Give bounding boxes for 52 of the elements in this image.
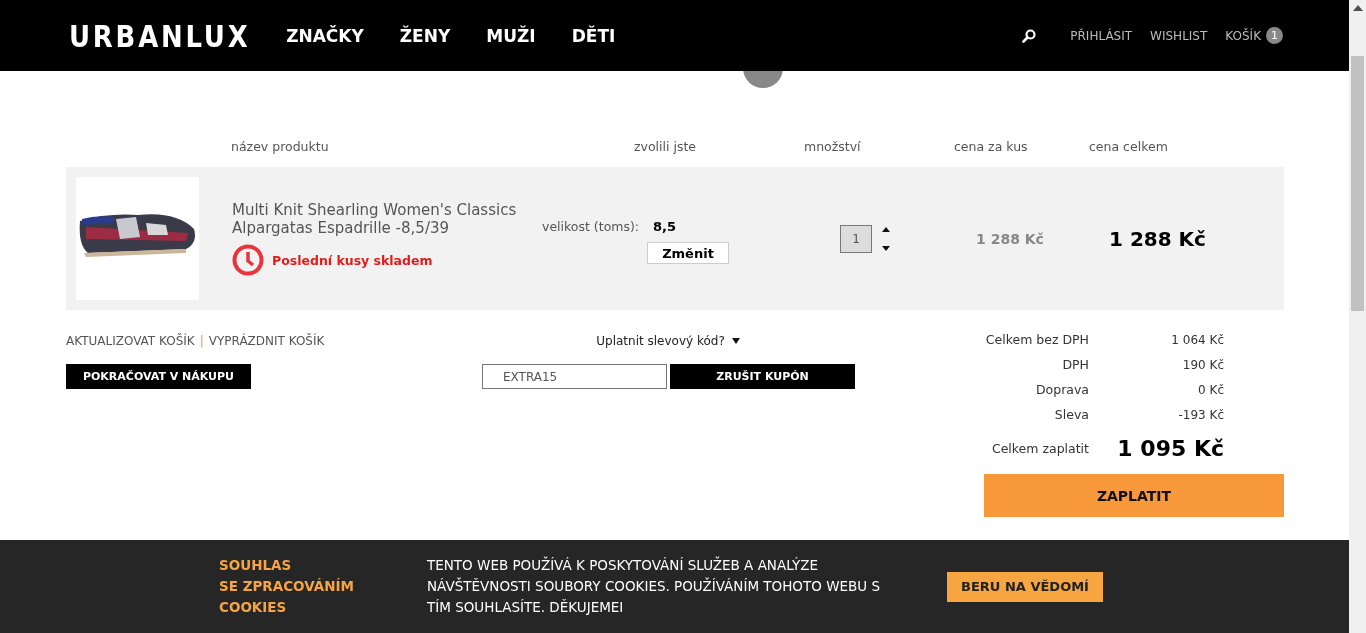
empty-cart-link[interactable]: VYPRÁZDNIT KOŠÍK <box>208 334 325 348</box>
unit-price: 1 288 Kč <box>975 230 1045 247</box>
summary-value: 1 064 Kč <box>1170 332 1224 347</box>
size-label: velikost (toms): <box>542 219 640 234</box>
scrollbar[interactable] <box>1349 0 1366 633</box>
clock-icon <box>232 244 264 276</box>
cart-count-badge: 1 <box>1266 27 1283 44</box>
scrollbar-thumb[interactable] <box>1351 56 1364 311</box>
continue-shopping-button[interactable]: POKRAČOVAT V NÁKUPU <box>66 364 251 389</box>
quantity-field[interactable]: 1 <box>840 224 872 253</box>
grand-total: 1 095 Kč <box>1116 435 1224 461</box>
summary-label: Doprava <box>1034 382 1089 397</box>
logo[interactable]: URBANLUX <box>69 17 251 54</box>
cookie-text: TENTO WEB POUŽÍVÁ K POSKYTOVÁNÍ SLUŽEB A ANALÝZE NÁVŠTĚVNOSTI SOUBORY COOKIES. POUŽÍVÁNÍM TOHOTO WEBU S TÍM SOUHLASÍTE. DĚKUJEMEI <box>427 555 882 617</box>
change-button[interactable]: Změnit <box>647 242 729 264</box>
summary-label: Celkem bez DPH <box>984 332 1089 347</box>
stepper-arrows-icon[interactable] <box>882 225 890 252</box>
login-link[interactable]: PŘIHLÁSIT <box>1070 28 1133 43</box>
size-value: 8,5 <box>653 219 677 234</box>
summary-value: -193 Kč <box>1177 407 1224 422</box>
summary-value: 190 Kč <box>1181 357 1224 372</box>
column-header: cena celkem <box>1089 138 1168 154</box>
cart-link[interactable]: KOŠÍK <box>1225 28 1261 43</box>
cookie-title: SOUHLAS <box>219 556 293 575</box>
coupon-field[interactable]: EXTRA15 <box>482 364 667 389</box>
search-icon[interactable] <box>1022 28 1037 43</box>
nav-link[interactable]: DĚTI <box>571 25 616 46</box>
stock-warning: Poslední kusy skladem <box>272 252 433 268</box>
caret-icon[interactable] <box>731 338 740 344</box>
cookie-title: COOKIES <box>219 598 288 617</box>
total-label: Celkem zaplatit <box>990 440 1089 456</box>
nav-link[interactable]: ŽENY <box>399 25 451 46</box>
total-price: 1 288 Kč <box>1108 226 1207 251</box>
summary-label: DPH <box>1061 357 1089 372</box>
nav-link[interactable]: ZNAČKY <box>286 25 364 46</box>
product-name[interactable]: Multi Knit Shearling Women's Classics Alpargatas Espadrille -8,5/39 <box>232 201 542 237</box>
cookie-title: SE ZPRACOVÁNÍM <box>219 577 355 596</box>
separator: | <box>199 334 204 348</box>
column-header: název produktu <box>231 138 330 154</box>
summary-value: 0 Kč <box>1197 382 1224 397</box>
summary-label: Sleva <box>1053 407 1089 422</box>
column-header: cena za kus <box>954 138 1029 154</box>
cancel-coupon-button[interactable]: ZRUŠIT KUPÓN <box>670 364 855 389</box>
update-cart-link[interactable]: AKTUALIZOVAT KOŠÍK <box>66 334 195 348</box>
scroll-up-icon[interactable] <box>1353 5 1363 11</box>
wishlist-link[interactable]: WISHLIST <box>1150 28 1208 43</box>
column-header: zvolili jste <box>634 138 698 154</box>
coupon-toggle-link[interactable]: Uplatnit slevový kód? <box>596 334 725 348</box>
nav-link[interactable]: MUŽI <box>486 25 536 46</box>
column-header: množství <box>804 138 862 154</box>
accept-button[interactable]: BERU NA VĚDOMÍ <box>947 571 1103 602</box>
pay-button[interactable]: ZAPLATIT <box>984 474 1284 517</box>
